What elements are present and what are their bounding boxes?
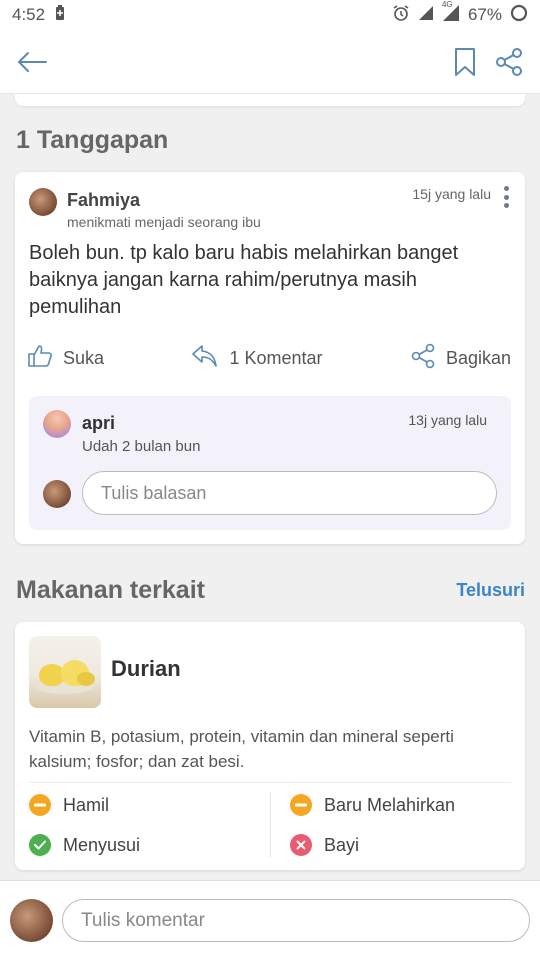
- responses-title: 1 Tanggapan: [16, 126, 169, 154]
- reply-input[interactable]: Tulis balasan: [82, 471, 497, 515]
- like-label: Suka: [63, 347, 105, 368]
- battery-percent: 67%: [467, 5, 502, 24]
- divider: [29, 782, 511, 783]
- alarm-icon: [392, 4, 410, 27]
- reply-button[interactable]: 1 Komentar: [189, 343, 323, 374]
- comment-header: Fahmiya menikmati menjadi seorang ibu 15…: [29, 186, 511, 236]
- check-icon: [29, 834, 51, 856]
- more-options-icon[interactable]: [501, 186, 511, 208]
- status-pregnant: Hamil: [29, 794, 109, 816]
- reply-text: Udah 2 bulan bun: [82, 438, 201, 455]
- food-description: Vitamin B, potasium, protein, vitamin da…: [29, 727, 454, 771]
- reply-icon: [189, 343, 219, 374]
- avatar[interactable]: [29, 188, 57, 216]
- status-baby: Bayi: [290, 834, 359, 856]
- share-label: Bagikan: [445, 347, 511, 368]
- status-time: 4:52: [12, 5, 46, 24]
- previous-card-edge: [15, 94, 525, 106]
- related-food-title: Makanan terkait: [16, 576, 205, 604]
- food-card[interactable]: Durian Vitamin B, potasium, protein, vit…: [15, 622, 525, 870]
- status-bar: 4:52 4G 67%: [0, 0, 540, 30]
- app-bar: [0, 30, 540, 94]
- caution-icon: [29, 794, 51, 816]
- reply-time: 13j yang lalu: [408, 412, 487, 428]
- close-icon: [290, 834, 312, 856]
- divider: [270, 792, 271, 858]
- share-comment-button[interactable]: Bagikan: [410, 343, 511, 374]
- avatar: [43, 480, 71, 508]
- status-label: Baru Melahirkan: [324, 794, 456, 815]
- reply-count-label: 1 Komentar: [229, 347, 323, 368]
- network-signal-icon: 4G: [442, 0, 460, 27]
- arrow-left-icon[interactable]: [16, 50, 48, 74]
- comment-card: Fahmiya menikmati menjadi seorang ibu 15…: [15, 172, 525, 544]
- comment-input[interactable]: Tulis komentar: [62, 899, 530, 942]
- signal-icon: [418, 5, 434, 26]
- caution-icon: [290, 794, 312, 816]
- comment-time: 15j yang lalu: [412, 186, 491, 202]
- comment-author[interactable]: Fahmiya: [67, 190, 140, 211]
- status-breastfeeding: Menyusui: [29, 834, 140, 856]
- like-button[interactable]: Suka: [27, 344, 104, 373]
- avatar[interactable]: [43, 410, 71, 438]
- status-label: Menyusui: [63, 834, 141, 855]
- avatar: [10, 899, 53, 942]
- battery-saver-icon: [55, 4, 65, 26]
- food-name: Durian: [111, 656, 181, 681]
- network-type-label: 4G: [441, 0, 453, 9]
- status-postpartum: Baru Melahirkan: [290, 794, 455, 816]
- share-icon[interactable]: [494, 47, 524, 77]
- comment-author-bio: menikmati menjadi seorang ibu: [67, 214, 261, 230]
- reply-thread: apri 13j yang lalu Udah 2 bulan bun Tuli…: [29, 396, 511, 530]
- bottom-comment-bar: Tulis komentar: [0, 880, 540, 960]
- thumbs-up-icon: [27, 344, 53, 373]
- comment-actions: Suka 1 Komentar Bagikan: [27, 342, 511, 374]
- status-label: Hamil: [63, 794, 110, 815]
- food-safety-grid: Hamil Baru Melahirkan Menyusui Bayi: [29, 788, 511, 862]
- durian-image: [29, 636, 101, 708]
- status-label: Bayi: [324, 834, 360, 855]
- share-icon: [410, 343, 436, 374]
- bookmark-icon[interactable]: [454, 47, 476, 77]
- comment-text: Boleh bun. tp kalo baru habis melahirkan…: [29, 242, 459, 318]
- explore-link[interactable]: Telusuri: [456, 580, 525, 601]
- reply-author[interactable]: apri: [82, 413, 115, 434]
- battery-icon: [510, 4, 528, 27]
